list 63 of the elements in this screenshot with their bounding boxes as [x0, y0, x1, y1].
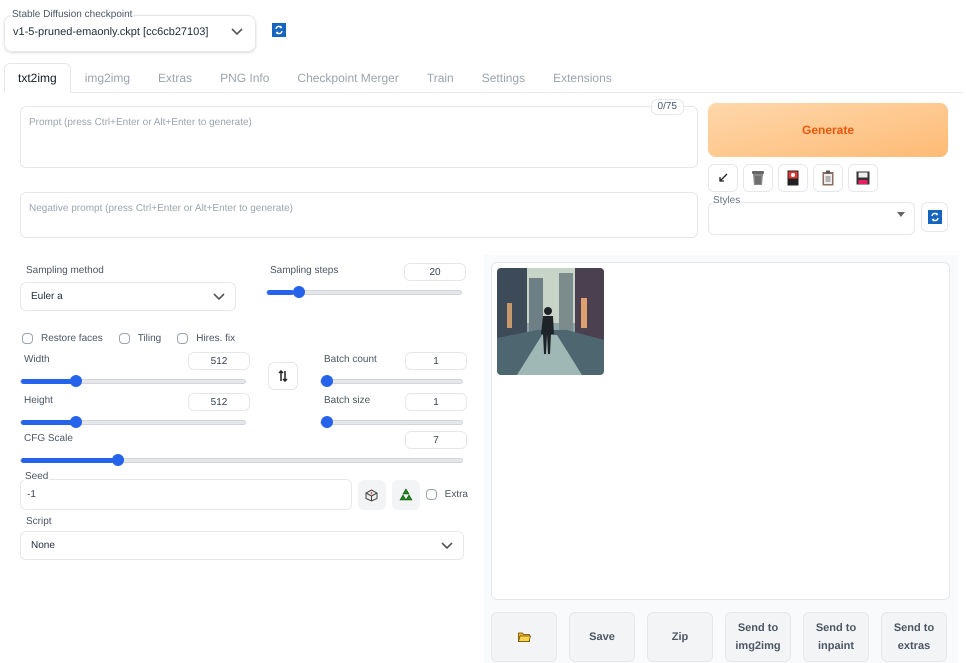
swap-button[interactable] — [268, 362, 298, 390]
random-seed-button[interactable] — [358, 480, 386, 510]
seed-field[interactable]: -1 — [20, 479, 352, 510]
number-field[interactable]: 20 — [404, 263, 466, 281]
swap-arrows-icon — [278, 370, 288, 382]
tool-button[interactable] — [778, 164, 808, 192]
action-button[interactable]: Send to extras — [881, 612, 947, 662]
checkbox[interactable]: Extra — [426, 487, 468, 502]
tool-button[interactable] — [708, 164, 738, 192]
script-dropdown[interactable]: None — [20, 531, 464, 560]
checkbox-box[interactable] — [22, 333, 33, 344]
checkbox[interactable]: Tiling — [118, 331, 162, 346]
slider-thumb[interactable] — [321, 416, 333, 428]
tool-button[interactable] — [743, 164, 773, 192]
slider-label: Batch size — [324, 394, 370, 408]
number-field[interactable]: 1 — [405, 352, 467, 370]
slider-thumb[interactable] — [292, 286, 305, 298]
checkbox[interactable]: Hires. fix — [177, 331, 236, 346]
slider-label: Height — [24, 394, 53, 408]
action-button[interactable]: Save — [569, 612, 635, 662]
field-label: Styles — [712, 194, 742, 208]
refresh-icon — [928, 210, 942, 224]
checkbox[interactable]: Restore faces — [22, 331, 103, 346]
slider-thumb[interactable] — [70, 375, 82, 387]
token-counter: 0/75 — [650, 99, 684, 115]
number-field[interactable]: 1 — [405, 393, 467, 411]
chevron-icon — [213, 292, 225, 300]
clipboard-icon — [822, 170, 834, 186]
number-field[interactable]: 7 — [405, 431, 467, 449]
chevron-icon — [441, 542, 453, 550]
card-icon — [787, 170, 799, 186]
refresh-button[interactable] — [921, 202, 948, 232]
dropdown-arrow-icon — [897, 212, 905, 217]
slider-thumb[interactable] — [321, 375, 333, 387]
action-button[interactable]: Zip — [647, 612, 713, 662]
reuse-seed-button[interactable] — [392, 480, 420, 510]
tool-button[interactable] — [848, 164, 878, 192]
tab[interactable]: txt2img — [4, 63, 71, 93]
chevron-icon — [231, 28, 243, 36]
negative-prompt-field[interactable]: Negative prompt (press Ctrl+Enter or Alt+Enter to generate) — [20, 192, 698, 238]
recycle-icon — [398, 488, 413, 502]
sampling-method-dropdown[interactable]: Euler a — [20, 282, 236, 311]
field-label: Stable Diffusion checkpoint — [11, 7, 134, 22]
checkbox-box[interactable] — [118, 333, 130, 344]
dice-icon — [365, 488, 378, 502]
field-label: Sampling method — [26, 264, 105, 278]
checkbox-box[interactable] — [177, 333, 188, 344]
slider-label: CFG Scale — [24, 432, 73, 446]
number-field[interactable]: 512 — [188, 393, 250, 411]
slider-label: Width — [24, 353, 50, 367]
slider-label: Sampling steps — [270, 264, 338, 278]
slider-label: Batch count — [324, 353, 377, 367]
slider-thumb[interactable] — [112, 454, 124, 466]
action-button[interactable]: Send to inpaint — [803, 612, 869, 662]
field-label: Script — [26, 515, 53, 529]
checkbox-box[interactable] — [426, 489, 437, 500]
arrow-icon — [717, 172, 729, 184]
refresh-icon — [272, 23, 286, 37]
slider-thumb[interactable] — [70, 416, 82, 428]
folder-icon — [518, 632, 530, 642]
action-button[interactable]: Send to img2img — [725, 612, 791, 662]
trash-icon — [751, 170, 765, 186]
number-field[interactable]: 512 — [188, 352, 250, 370]
